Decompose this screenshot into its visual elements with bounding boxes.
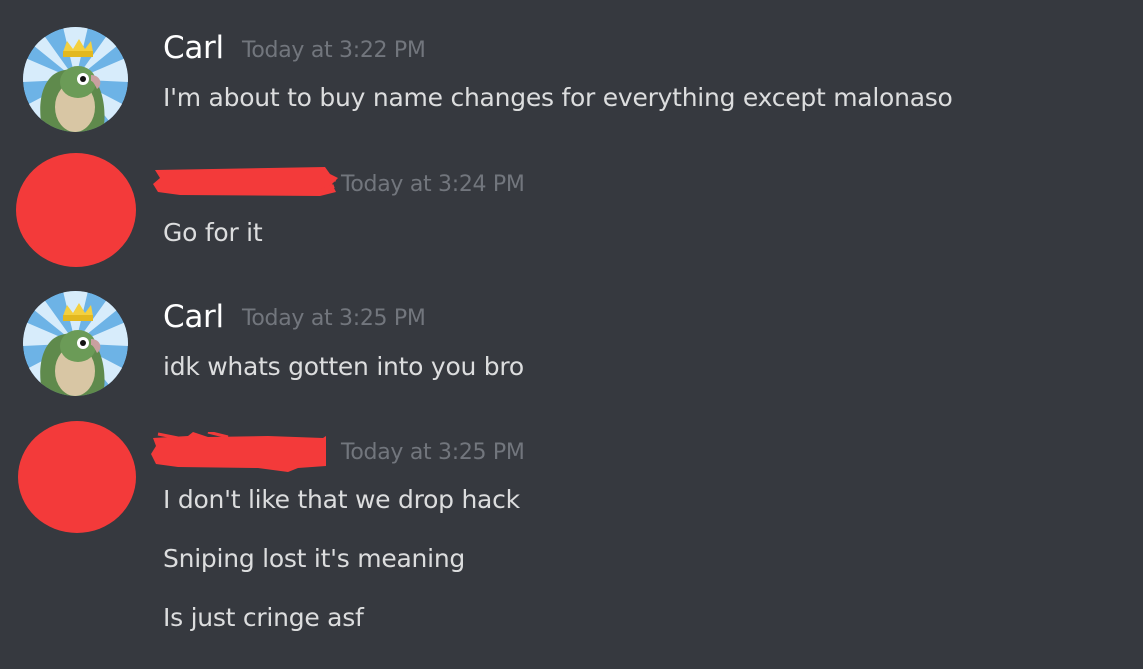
message-timestamp: Today at 3:25 PM — [341, 440, 525, 465]
redacted-avatar[interactable] — [16, 153, 136, 267]
message-text: idk whats gotten into you bro — [163, 352, 524, 381]
parrot-avatar-icon[interactable] — [23, 291, 128, 396]
message-text: Is just cringe asf — [163, 603, 364, 632]
message-author[interactable]: Carl — [163, 33, 224, 64]
chat-messages: Carl Today at 3:22 PM I'm about to buy n… — [0, 0, 1143, 669]
message-author[interactable]: Carl — [163, 302, 224, 333]
redacted-username — [151, 432, 326, 472]
message-text: Go for it — [163, 218, 263, 247]
redacted-avatar[interactable] — [18, 421, 136, 533]
message-timestamp: Today at 3:22 PM — [242, 38, 426, 63]
parrot-avatar-icon[interactable] — [23, 27, 128, 132]
message-text: Sniping lost it's meaning — [163, 544, 466, 573]
redacted-username — [153, 167, 338, 196]
message-text: I'm about to buy name changes for everyt… — [163, 83, 953, 112]
message-timestamp: Today at 3:25 PM — [242, 306, 426, 331]
message-text: I don't like that we drop hack — [163, 485, 520, 514]
message-timestamp: Today at 3:24 PM — [341, 172, 525, 197]
